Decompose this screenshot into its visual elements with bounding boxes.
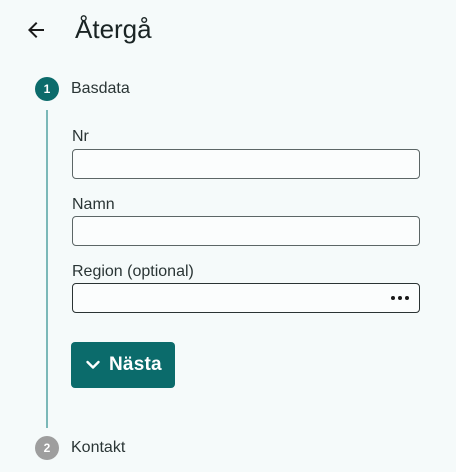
region-label: Region (optional) bbox=[72, 263, 194, 280]
nr-label: Nr bbox=[72, 128, 89, 145]
step-1-indicator[interactable]: 1 bbox=[35, 77, 59, 101]
step-connector-line bbox=[46, 110, 48, 428]
step-1-label[interactable]: Basdata bbox=[71, 79, 130, 99]
step-2-indicator[interactable]: 2 bbox=[35, 436, 59, 460]
nr-input[interactable] bbox=[72, 149, 420, 179]
step-2-label[interactable]: Kontakt bbox=[71, 438, 125, 458]
region-select[interactable] bbox=[72, 283, 420, 313]
arrow-left-icon bbox=[28, 22, 44, 38]
chevron-down-icon bbox=[85, 357, 101, 373]
more-horizontal-icon[interactable] bbox=[391, 296, 409, 300]
page-title: Återgå bbox=[75, 14, 152, 44]
next-button-label: Nästa bbox=[109, 354, 162, 375]
back-button[interactable] bbox=[20, 14, 52, 46]
next-button[interactable]: Nästa bbox=[71, 342, 175, 388]
app-header: Återgå bbox=[0, 0, 456, 60]
namn-input[interactable] bbox=[72, 216, 420, 246]
namn-label: Namn bbox=[72, 196, 115, 213]
